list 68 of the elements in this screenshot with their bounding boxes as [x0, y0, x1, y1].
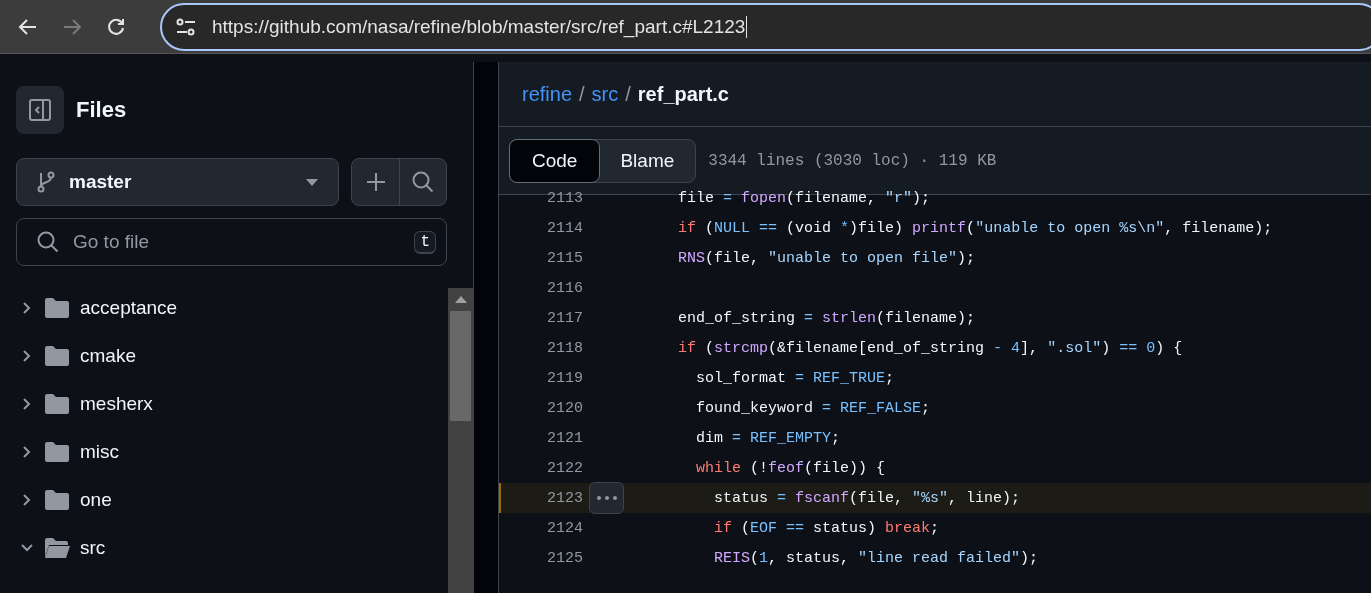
url-text: https://github.com/nasa/refine/blob/master/src/ref_part.c#L2123	[212, 15, 748, 38]
go-to-file-field[interactable]: Go to file t	[16, 218, 447, 266]
line-number: 2125	[546, 549, 583, 567]
line-number: 2120	[546, 399, 583, 417]
site-settings-icon	[176, 17, 196, 36]
file-info: 3344 lines (3030 loc) · 119 KB	[708, 151, 997, 170]
folder-item[interactable]: acceptance	[16, 284, 447, 332]
code-text: dim = REF_EMPTY;	[695, 429, 841, 447]
code-text: if (NULL == (void *)file) printf("unable to open %s\n", filename);	[678, 219, 1273, 237]
line-number: 2113	[546, 189, 583, 207]
search-icon	[37, 231, 59, 253]
folder-icon	[44, 393, 70, 415]
line-number: 2124	[546, 519, 583, 537]
line-number: 2115	[546, 249, 583, 267]
scrollbar-thumb[interactable]	[450, 311, 471, 421]
line-number: 2122	[546, 459, 583, 477]
code-text: RNS(file, "unable to open file");	[678, 249, 976, 267]
forward-arrow-icon	[62, 16, 82, 37]
reload-icon	[106, 16, 126, 37]
folder-item[interactable]: one	[16, 476, 447, 524]
scroll-up-icon	[454, 296, 467, 303]
code-text: if (strcmp(&filename[end_of_string - 4], ".sol") == 0) {	[678, 339, 1183, 357]
code-text: file = fopen(filename, "r");	[678, 189, 931, 207]
ellipsis-icon	[596, 496, 617, 500]
line-number: 2116	[546, 279, 583, 297]
branch-selector[interactable]: master	[16, 158, 339, 206]
path-separator: /	[579, 82, 585, 106]
line-number: 2117	[546, 309, 583, 327]
breadcrumb-link[interactable]: src	[591, 82, 619, 106]
plus-icon	[365, 172, 386, 192]
sidebar-panel-icon	[28, 98, 52, 122]
scrollbar[interactable]	[448, 288, 473, 593]
path-separator: /	[625, 82, 631, 106]
code-text: sol_format = REF_TRUE;	[695, 369, 895, 387]
collapse-sidebar-button[interactable]	[16, 86, 64, 134]
sidebar-title: Files	[76, 97, 127, 123]
folder-icon	[44, 537, 70, 559]
caret-icon	[306, 178, 318, 186]
line-number: 2118	[546, 339, 583, 357]
file-name: ref_part.c	[637, 82, 729, 106]
folder-icon	[44, 489, 70, 511]
code-text: while (!feof(file)) {	[695, 459, 886, 477]
back-arrow-icon	[18, 16, 38, 37]
line-number: 2123	[546, 489, 583, 507]
code-text: if (EOF == status) break;	[713, 519, 940, 537]
folder-icon	[44, 441, 70, 463]
keyboard-shortcut: t	[414, 230, 436, 254]
line-number: 2119	[546, 369, 583, 387]
code-text: end_of_string = strlen(filename);	[678, 309, 976, 327]
folder-item[interactable]: misc	[16, 428, 447, 476]
code-text: REIS(1, status, "line read failed");	[713, 549, 1039, 567]
line-options-button[interactable]	[589, 482, 624, 514]
search-icon	[412, 171, 434, 193]
code-text: status = fscanf(file, "%s", line);	[713, 489, 1021, 507]
folder-item[interactable]: src	[16, 524, 447, 572]
breadcrumb-link[interactable]: refine	[522, 82, 573, 106]
code-text: found_keyword = REF_FALSE;	[695, 399, 931, 417]
view-tab[interactable]: Code	[509, 138, 601, 183]
folder-icon	[44, 297, 70, 319]
search-input[interactable]: Go to file	[71, 230, 403, 254]
line-number: 2121	[546, 429, 583, 447]
folder-item[interactable]: mesherx	[16, 380, 447, 428]
address-bar[interactable]: https://github.com/nasa/refine/blob/master/src/ref_part.c#L2123	[160, 2, 1371, 51]
view-tab[interactable]: Blame	[598, 138, 697, 183]
branch-icon	[37, 171, 55, 193]
folder-item[interactable]: cmake	[16, 332, 447, 380]
line-number: 2114	[546, 219, 583, 237]
folder-icon	[44, 345, 70, 367]
